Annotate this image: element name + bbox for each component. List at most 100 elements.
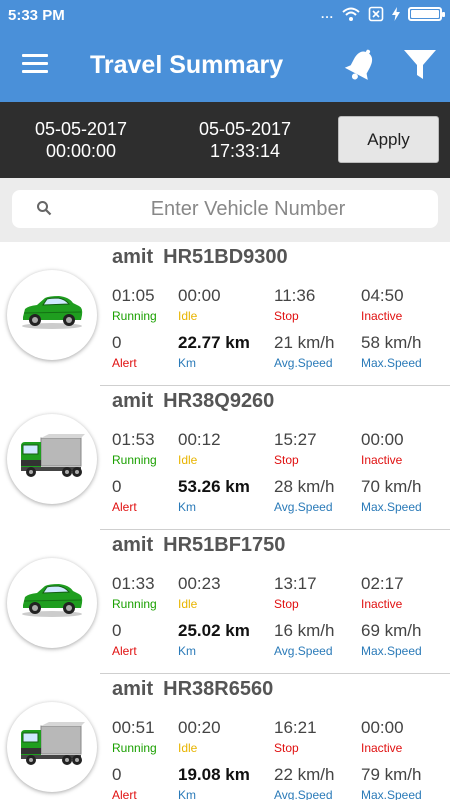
avg-speed-label: Avg.Speed xyxy=(274,356,333,370)
status-time: 5:33 PM xyxy=(8,7,65,24)
distance-label: Km xyxy=(178,356,196,370)
vehicle-list-item[interactable]: amit HR51BF1750 01:33 Running 00:23 Idle 13… xyxy=(0,530,450,674)
idle-value: 00:12 xyxy=(178,430,221,449)
vehicle-number: HR51BF1750 xyxy=(163,534,286,556)
stop-value: 15:27 xyxy=(274,430,317,449)
stop-label: Stop xyxy=(274,597,299,611)
idle-value: 00:00 xyxy=(178,286,221,305)
avg-speed-stat: 16 km/h Avg.Speed xyxy=(274,621,364,659)
battery-icon xyxy=(408,7,445,21)
distance-stat: 53.26 km Km xyxy=(178,477,268,515)
stop-value: 11:36 xyxy=(274,286,316,305)
distance-value: 53.26 km xyxy=(178,477,250,496)
vehicle-avatar xyxy=(7,270,97,360)
stop-label: Stop xyxy=(274,453,299,467)
filter-icon[interactable] xyxy=(402,48,438,82)
car-icon xyxy=(22,296,83,329)
max-speed-label: Max.Speed xyxy=(361,788,422,800)
stop-label: Stop xyxy=(274,309,299,323)
vehicle-list-item[interactable]: amit HR38R6560 00:51 Running 00:20 Idle 16:… xyxy=(0,674,450,800)
status-bar: 5:33 PM ... xyxy=(0,0,450,30)
stop-stat: 16:21 Stop xyxy=(274,718,364,756)
inactive-label: Inactive xyxy=(361,741,403,755)
vehicle-header: amit HR51BD9300 xyxy=(112,246,288,269)
bell-icon[interactable] xyxy=(343,46,379,84)
search-box xyxy=(12,190,438,228)
max-speed-stat: 69 km/h Max.Speed xyxy=(361,621,450,659)
status-icons: ... xyxy=(320,6,445,22)
page-title: Travel Summary xyxy=(90,51,284,79)
vehicle-search-input[interactable] xyxy=(78,194,418,224)
inactive-stat: 00:00 Inactive xyxy=(361,430,450,468)
vehicle-list-item[interactable]: amit HR51BD9300 01:05 Running 00:00 Idle 11… xyxy=(0,242,450,386)
truck-icon xyxy=(21,722,85,765)
vehicle-avatar xyxy=(7,414,97,504)
owner-name: amit xyxy=(112,246,154,268)
vehicle-header: amit HR38R6560 xyxy=(112,678,273,701)
idle-stat: 00:12 Idle xyxy=(178,430,268,468)
avg-speed-label: Avg.Speed xyxy=(274,788,333,800)
stop-value: 13:17 xyxy=(274,574,317,593)
inactive-value: 00:00 xyxy=(361,718,404,737)
vehicle-number: HR51BD9300 xyxy=(163,246,288,268)
idle-stat: 00:00 Idle xyxy=(178,286,268,324)
distance-value: 19.08 km xyxy=(178,765,250,784)
search-icon xyxy=(37,201,52,216)
from-date: 05-05-2017 xyxy=(34,119,128,139)
vehicle-list-item[interactable]: amit HR38Q9260 01:53 Running 00:12 Idle 15:… xyxy=(0,386,450,530)
inactive-value: 04:50 xyxy=(361,286,404,305)
vehicle-avatar xyxy=(7,702,97,792)
idle-label: Idle xyxy=(178,597,198,611)
distance-stat: 22.77 km Km xyxy=(178,333,268,371)
max-speed-value: 58 km/h xyxy=(361,333,422,352)
to-date: 05-05-2017 xyxy=(198,119,292,139)
inactive-label: Inactive xyxy=(361,597,403,611)
truck-icon xyxy=(21,434,85,477)
distance-value: 25.02 km xyxy=(178,621,250,640)
idle-stat: 00:20 Idle xyxy=(178,718,268,756)
idle-stat: 00:23 Idle xyxy=(178,574,268,612)
from-datetime[interactable]: 05-05-2017 00:00:00 xyxy=(16,118,146,162)
avg-speed-stat: 21 km/h Avg.Speed xyxy=(274,333,364,371)
max-speed-stat: 70 km/h Max.Speed xyxy=(361,477,450,515)
distance-stat: 19.08 km Km xyxy=(178,765,268,800)
max-speed-label: Max.Speed xyxy=(361,356,422,370)
distance-label: Km xyxy=(178,788,196,800)
max-speed-stat: 79 km/h Max.Speed xyxy=(361,765,450,800)
from-time: 00:00:00 xyxy=(45,141,117,161)
stop-value: 16:21 xyxy=(274,718,317,737)
avg-speed-label: Avg.Speed xyxy=(274,500,333,514)
search-bar xyxy=(0,178,450,242)
stop-label: Stop xyxy=(274,741,299,755)
car-icon xyxy=(22,584,83,617)
sim-off-icon xyxy=(368,6,384,22)
avg-speed-value: 21 km/h xyxy=(274,333,335,352)
owner-name: amit xyxy=(112,534,154,556)
vehicle-avatar xyxy=(7,558,97,648)
date-range-bar: 05-05-2017 00:00:00 05-05-2017 17:33:14 … xyxy=(0,102,450,178)
inactive-stat: 04:50 Inactive xyxy=(361,286,450,324)
charging-icon xyxy=(392,7,400,21)
menu-icon[interactable] xyxy=(22,54,48,74)
max-speed-label: Max.Speed xyxy=(361,500,422,514)
distance-value: 22.77 km xyxy=(178,333,250,352)
stop-stat: 13:17 Stop xyxy=(274,574,364,612)
apply-button[interactable]: Apply xyxy=(338,116,439,163)
to-datetime[interactable]: 05-05-2017 17:33:14 xyxy=(180,118,310,162)
wifi-icon xyxy=(342,7,360,21)
vehicle-header: amit HR51BF1750 xyxy=(112,534,285,557)
vehicle-list: amit HR51BD9300 01:05 Running 00:00 Idle 11… xyxy=(0,242,450,800)
max-speed-value: 79 km/h xyxy=(361,765,422,784)
notification-dots-icon: ... xyxy=(320,7,334,21)
max-speed-value: 70 km/h xyxy=(361,477,422,496)
owner-name: amit xyxy=(112,678,154,700)
vehicle-header: amit HR38Q9260 xyxy=(112,390,274,413)
vehicle-number: HR38Q9260 xyxy=(163,390,275,412)
distance-label: Km xyxy=(178,644,196,658)
avg-speed-value: 28 km/h xyxy=(274,477,335,496)
inactive-label: Inactive xyxy=(361,309,403,323)
distance-label: Km xyxy=(178,500,196,514)
max-speed-stat: 58 km/h Max.Speed xyxy=(361,333,450,371)
owner-name: amit xyxy=(112,390,154,412)
stop-stat: 15:27 Stop xyxy=(274,430,364,468)
